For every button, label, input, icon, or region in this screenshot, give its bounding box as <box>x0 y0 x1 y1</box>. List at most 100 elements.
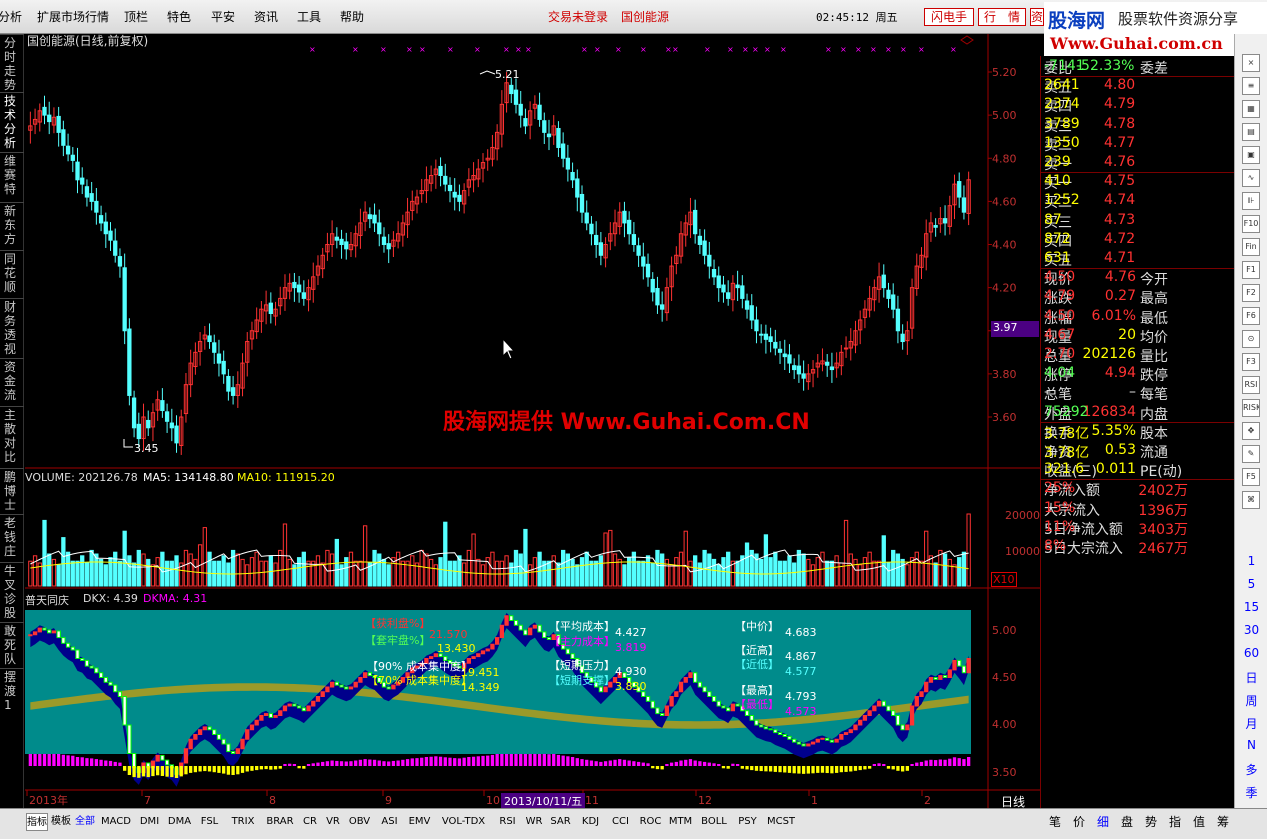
indicator-tab-13[interactable]: EMV <box>405 813 434 831</box>
histogram-bar <box>504 754 509 766</box>
left-tab-3[interactable]: 新东方 <box>4 204 22 246</box>
indicator-tab-12[interactable]: ASI <box>375 813 404 831</box>
logo-brand: 股海网 <box>1048 10 1106 32</box>
indicator-candle <box>900 724 905 731</box>
volume-bar <box>32 555 38 587</box>
period-1[interactable]: 5 <box>1235 577 1267 591</box>
quote-tab-5[interactable]: 指 <box>1164 813 1186 831</box>
period-5[interactable]: 日 <box>1235 669 1267 686</box>
grid-icon[interactable]: ▦ <box>1242 100 1260 118</box>
fs-icon[interactable]: F5 <box>1242 468 1260 486</box>
indicator-tab-15[interactable]: RSI <box>493 813 522 831</box>
indicator-tab-8[interactable]: BRAR <box>262 813 298 831</box>
info-button[interactable]: 资 <box>1030 8 1044 26</box>
menu-item-help[interactable]: 帮助 <box>340 8 364 25</box>
period-2[interactable]: 15 <box>1235 600 1267 614</box>
candle-icon[interactable]: ⊪ <box>1242 192 1260 210</box>
candle-down <box>174 425 179 444</box>
f3-icon[interactable]: F3 <box>1242 353 1260 371</box>
adj-icon[interactable]: ⊙ <box>1242 330 1260 348</box>
left-tab-9[interactable]: 老钱庄 <box>4 516 22 558</box>
fin-icon[interactable]: Fin <box>1242 238 1260 256</box>
menu-item-pingan[interactable]: 平安 <box>211 8 235 25</box>
indicator-tab-7[interactable]: TRIX <box>225 813 261 831</box>
indicator-tab-1[interactable]: 模板 <box>50 813 72 831</box>
indicator-tab-4[interactable]: DMI <box>135 813 164 831</box>
indicator-tab-24[interactable]: MCST <box>763 813 799 831</box>
indicator-tab-14[interactable]: VOL-TDX <box>435 813 492 831</box>
period-4[interactable]: 60 <box>1235 646 1267 660</box>
left-tab-10[interactable]: 牛叉诊股 <box>4 564 22 620</box>
quote-tab-4[interactable]: 势 <box>1140 813 1162 831</box>
quote-tab-6[interactable]: 值 <box>1188 813 1210 831</box>
chart-icon[interactable]: ∿ <box>1242 169 1260 187</box>
avg-cost-value: 4.427 <box>615 626 647 639</box>
rsi-icon[interactable]: RSI <box>1242 376 1260 394</box>
quote-tab-2[interactable]: 细 <box>1092 813 1114 831</box>
period-0[interactable]: 1 <box>1235 554 1267 568</box>
quote-tab-1[interactable]: 价 <box>1068 813 1090 831</box>
risk-icon[interactable]: RISK <box>1242 399 1260 417</box>
left-tab-5[interactable]: 财务透视 <box>4 300 22 356</box>
period-10[interactable]: 季 <box>1235 784 1267 801</box>
menu-item-news[interactable]: 资讯 <box>254 8 278 25</box>
menu-item-tools[interactable]: 工具 <box>297 8 321 25</box>
period-9[interactable]: 多 <box>1235 761 1267 778</box>
indicator-tab-2[interactable]: 全部 <box>74 813 96 831</box>
indicator-tab-11[interactable]: OBV <box>345 813 374 831</box>
indicator-tab-18[interactable]: KDJ <box>576 813 605 831</box>
quote-tab-7[interactable]: 筹 <box>1212 813 1234 831</box>
left-tab-2[interactable]: 维赛特 <box>4 154 22 196</box>
left-tab-8[interactable]: 鹏博士 <box>4 470 22 512</box>
left-tab-11[interactable]: 敢死队 <box>4 624 22 666</box>
move-icon[interactable]: ✥ <box>1242 422 1260 440</box>
flash-trade-button[interactable]: 闪电手 <box>924 8 974 26</box>
chart-area[interactable]: 5.205.004.804.604.404.204.003.803.60××××… <box>25 34 1040 809</box>
f6-icon[interactable]: F6 <box>1242 307 1260 325</box>
period-8[interactable]: N <box>1235 738 1267 752</box>
trade-login-status[interactable]: 交易未登录 <box>548 8 608 25</box>
histogram-bar <box>321 761 325 766</box>
f10-icon[interactable]: F10 <box>1242 215 1260 233</box>
volume-bar <box>174 555 179 587</box>
period-3[interactable]: 30 <box>1235 623 1267 637</box>
indicator-tab-19[interactable]: CCI <box>606 813 635 831</box>
indicator-tab-16[interactable]: WR <box>523 813 545 831</box>
indicator-tab-9[interactable]: CR <box>299 813 321 831</box>
indicator-tab-0[interactable]: 指标 <box>26 813 48 831</box>
left-tab-7[interactable]: 主散对比 <box>4 408 22 464</box>
calc-icon[interactable]: ⌘ <box>1242 491 1260 509</box>
close-icon[interactable]: × <box>1242 54 1260 72</box>
menu-item-featured[interactable]: 特色 <box>167 8 191 25</box>
table-icon[interactable]: ▤ <box>1242 123 1260 141</box>
left-tab-6[interactable]: 资金流 <box>4 360 22 402</box>
left-tab-4[interactable]: 同花顺 <box>4 252 22 294</box>
indicator-tab-23[interactable]: PSY <box>733 813 762 831</box>
menu-item-extended-market[interactable]: 扩展市场行情 <box>37 8 109 25</box>
indicator-tab-3[interactable]: MACD <box>98 813 134 831</box>
indicator-tab-20[interactable]: ROC <box>636 813 665 831</box>
period-7[interactable]: 月 <box>1235 715 1267 732</box>
indicator-tab-21[interactable]: MTM <box>666 813 695 831</box>
menu-item-top-bar[interactable]: 顶栏 <box>124 8 148 25</box>
indicator-tab-10[interactable]: VR <box>322 813 344 831</box>
indicator-tab-17[interactable]: SAR <box>546 813 575 831</box>
left-tab-1[interactable]: 技术分析 <box>4 94 22 150</box>
time-tick-label: 7 <box>144 794 151 807</box>
indicator-tab-6[interactable]: FSL <box>195 813 224 831</box>
indicator-tab-5[interactable]: DMA <box>165 813 194 831</box>
left-tab-0[interactable]: 分时走势 <box>4 36 22 92</box>
quote-button[interactable]: 行 情 <box>978 8 1026 26</box>
f1-icon[interactable]: F1 <box>1242 261 1260 279</box>
price-tick-label: 4.20 <box>992 282 1017 295</box>
quote-tab-0[interactable]: 笔 <box>1044 813 1066 831</box>
period-6[interactable]: 周 <box>1235 692 1267 709</box>
menu-item-analysis[interactable]: 分析 <box>0 8 22 25</box>
pen-icon[interactable]: ✎ <box>1242 445 1260 463</box>
f2-icon[interactable]: F2 <box>1242 284 1260 302</box>
indicator-tab-22[interactable]: BOLL <box>696 813 732 831</box>
list-icon[interactable]: ≡ <box>1242 77 1260 95</box>
doc-icon[interactable]: ▣ <box>1242 146 1260 164</box>
left-tab-12[interactable]: 摆渡1 <box>4 670 22 712</box>
quote-tab-3[interactable]: 盘 <box>1116 813 1138 831</box>
